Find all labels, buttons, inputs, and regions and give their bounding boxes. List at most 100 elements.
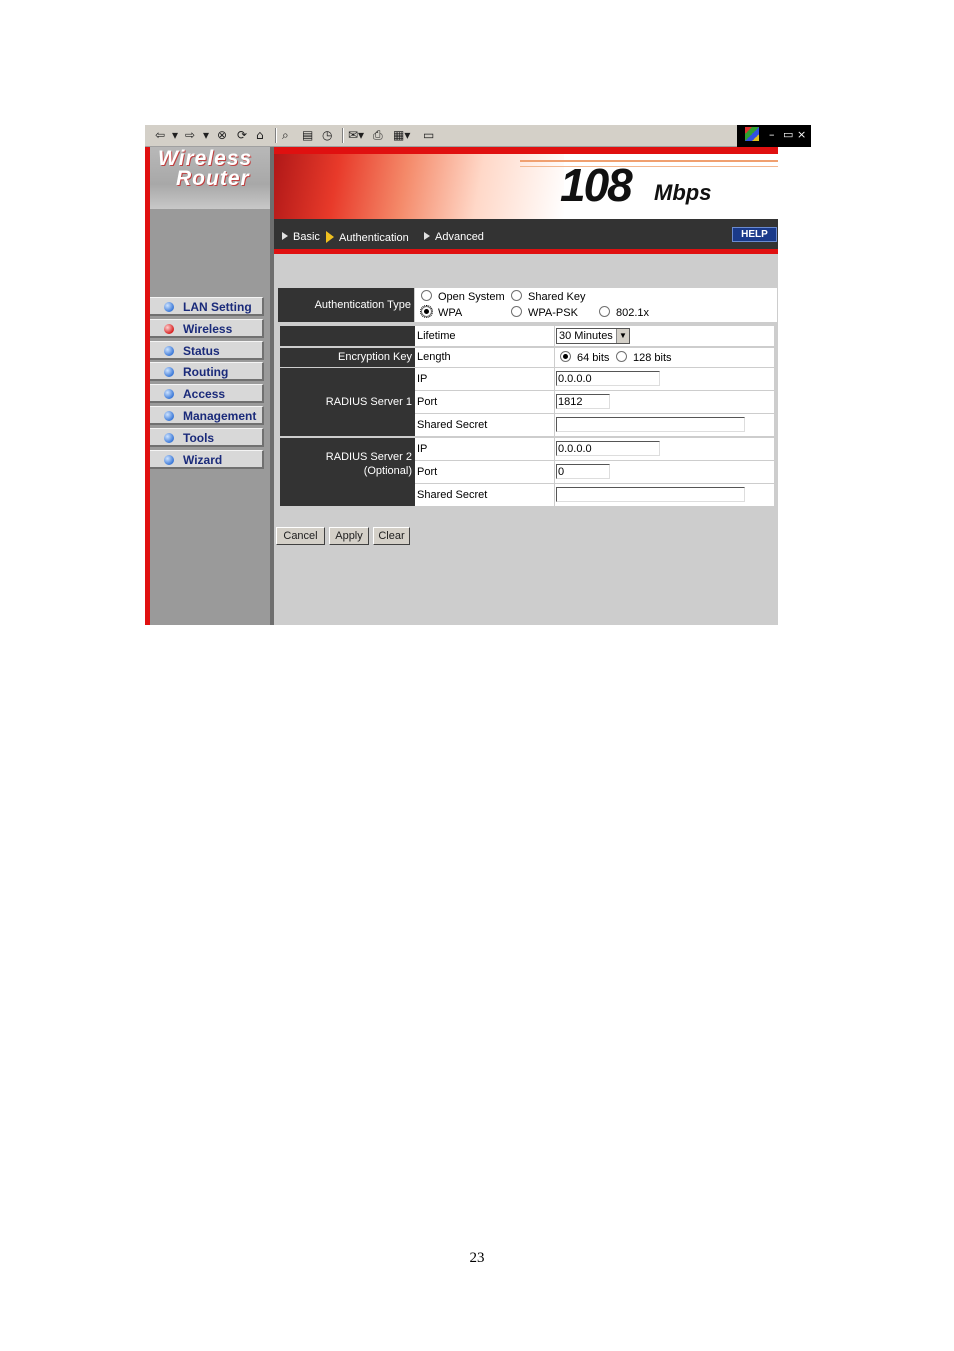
triangle-right-icon — [326, 231, 334, 243]
radius1-port-label: Port — [415, 391, 554, 413]
forward-dropdown-icon[interactable]: ▾ — [203, 128, 209, 142]
radio-icon — [616, 351, 627, 362]
radius1-port-input[interactable] — [556, 394, 610, 409]
sidebar-item-label: Management — [183, 409, 257, 423]
mail-icon[interactable]: ✉▾ — [348, 128, 364, 142]
bullet-icon — [164, 346, 174, 356]
bullet-icon — [164, 367, 174, 377]
radius-server1-label: RADIUS Server 1 — [280, 368, 415, 436]
back-arrow-icon[interactable]: ⇦ — [155, 128, 165, 142]
radio-128-bits[interactable]: 128 bits — [616, 351, 672, 365]
radio-label: WPA — [438, 307, 463, 319]
radius2-secret-input[interactable] — [556, 487, 745, 502]
sidebar-item-status[interactable]: Status — [150, 341, 264, 360]
radio-icon — [511, 306, 522, 317]
speed-unit: Mbps — [654, 180, 712, 205]
banner-line — [520, 160, 778, 162]
refresh-icon[interactable]: ⟳ — [237, 128, 247, 142]
sidebar-item-label: Tools — [183, 431, 215, 445]
sidebar-item-routing[interactable]: Routing — [150, 362, 264, 381]
radio-open-system[interactable]: Open System — [421, 290, 505, 304]
banner-line — [520, 166, 778, 167]
sidebar-item-wireless[interactable]: Wireless — [150, 319, 264, 338]
radio-icon — [511, 290, 522, 301]
edit-icon[interactable]: ▦▾ — [393, 128, 410, 142]
radio-icon — [420, 305, 433, 318]
back-dropdown-icon[interactable]: ▾ — [172, 128, 178, 142]
lifetime-row-header — [280, 326, 415, 346]
apply-button[interactable]: Apply — [329, 527, 369, 545]
tab-label: Authentication — [339, 232, 409, 244]
page-number: 23 — [469, 1250, 485, 1266]
history-icon[interactable]: ◷ — [322, 128, 332, 142]
sidebar-item-lan-setting[interactable]: LAN Setting — [150, 297, 264, 316]
speed-number: 108 — [560, 159, 633, 211]
windows-logo-icon — [745, 127, 759, 141]
radius-server2-label: RADIUS Server 2 — [325, 451, 412, 463]
radius2-port-cell — [555, 461, 774, 483]
sidebar-item-wizard[interactable]: Wizard — [150, 450, 264, 469]
encryption-length-label: Length — [415, 348, 554, 367]
sidebar-item-label: LAN Setting — [183, 300, 252, 314]
restore-icon[interactable]: ▭ — [783, 128, 793, 141]
lifetime-select-value: 30 Minutes — [559, 330, 613, 342]
radius2-ip-label: IP — [415, 438, 554, 460]
radio-64-bits[interactable]: 64 bits — [560, 351, 609, 365]
window-controls: – ▭ × — [737, 125, 811, 147]
radio-wpa[interactable]: WPA — [420, 305, 463, 320]
nav-bar: Basic Authentication Advanced — [274, 219, 778, 249]
radio-label: Shared Key — [528, 291, 586, 303]
encryption-key-label: Encryption Key — [280, 348, 415, 367]
sidebar-item-label: Access — [183, 387, 226, 401]
triangle-right-icon — [424, 232, 430, 240]
sidebar-item-access[interactable]: Access — [150, 384, 264, 403]
lifetime-select[interactable]: 30 Minutes ▼ — [556, 328, 630, 344]
radio-label: Open System — [438, 291, 505, 303]
cancel-button[interactable]: Cancel — [276, 527, 325, 545]
lifetime-label: Lifetime — [415, 326, 554, 346]
tab-advanced[interactable]: Advanced — [424, 231, 484, 244]
triangle-right-icon — [282, 232, 288, 240]
banner-top-stripe — [274, 147, 778, 154]
forward-arrow-icon[interactable]: ⇨ — [185, 128, 195, 142]
radio-shared-key[interactable]: Shared Key — [511, 290, 585, 304]
stop-icon[interactable]: ⊗ — [217, 128, 227, 142]
close-icon[interactable]: × — [797, 128, 806, 141]
tab-label: Basic — [293, 231, 320, 243]
home-icon[interactable]: ⌂ — [256, 128, 264, 142]
encryption-length-options: 64 bits 128 bits — [555, 348, 774, 367]
browser-toolbar: ⇦ ▾ ⇨ ▾ ⊗ ⟳ ⌂ ⌕ ▤ ◷ ✉▾ ⎙ ▦▾ ▭ — [145, 125, 737, 147]
radius2-ip-input[interactable] — [556, 441, 660, 456]
tab-label: Advanced — [435, 231, 484, 243]
bullet-icon — [164, 455, 174, 465]
bullet-icon — [164, 411, 174, 421]
sidebar-item-management[interactable]: Management — [150, 406, 264, 425]
radio-8021x[interactable]: 802.1x — [599, 306, 649, 320]
radio-label: 802.1x — [616, 307, 650, 319]
bullet-icon — [164, 324, 174, 334]
radius1-ip-input[interactable] — [556, 371, 660, 386]
logo: Wireless Router — [150, 147, 270, 209]
discuss-icon[interactable]: ▭ — [423, 128, 434, 142]
bullet-icon — [164, 433, 174, 443]
radius2-port-input[interactable] — [556, 464, 610, 479]
print-icon[interactable]: ⎙ — [373, 128, 383, 142]
help-button[interactable]: HELP — [732, 227, 777, 242]
clear-button[interactable]: Clear — [373, 527, 410, 545]
bullet-icon — [164, 389, 174, 399]
banner-graphic — [274, 154, 564, 219]
radius2-port-label: Port — [415, 461, 554, 483]
radius1-secret-label: Shared Secret — [415, 414, 554, 436]
minimize-icon[interactable]: – — [769, 128, 775, 141]
tab-authentication[interactable]: Authentication — [326, 231, 409, 245]
radio-wpa-psk[interactable]: WPA-PSK — [511, 306, 578, 320]
chevron-down-icon: ▼ — [616, 329, 629, 343]
lifetime-value-cell: 30 Minutes ▼ — [555, 326, 774, 346]
radius1-secret-input[interactable] — [556, 417, 745, 432]
tab-basic[interactable]: Basic — [282, 231, 320, 244]
sidebar-item-tools[interactable]: Tools — [150, 428, 264, 447]
search-icon[interactable]: ⌕ — [282, 128, 289, 142]
favorites-icon[interactable]: ▤ — [302, 128, 313, 142]
radius1-ip-label: IP — [415, 368, 554, 390]
radius-server2-header: RADIUS Server 2 (Optional) — [280, 438, 415, 506]
